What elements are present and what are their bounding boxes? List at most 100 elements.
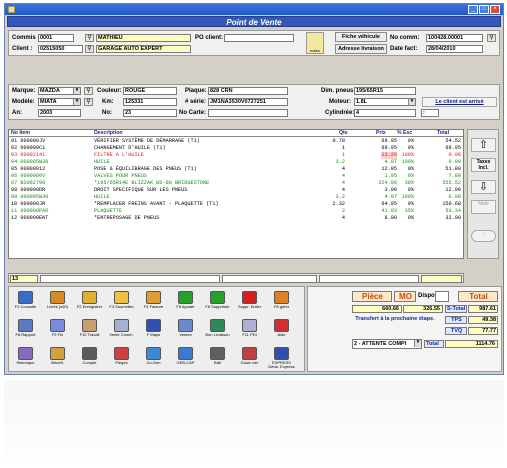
- maximize-icon[interactable]: □: [479, 5, 489, 14]
- tool-button[interactable]: F2 Enregistrer: [76, 289, 103, 316]
- tool-button[interactable]: Bénéfi.: [44, 345, 71, 372]
- tool-button[interactable]: F Maps: [140, 317, 167, 344]
- table-row[interactable]: 05 00000012 POSE & ÉQUILIBRAGE DES PNEUS …: [9, 166, 463, 173]
- col-description[interactable]: Description: [94, 130, 123, 137]
- tool-button[interactable]: Suppr. Entier: [236, 289, 263, 316]
- cell-esc: 0%: [407, 201, 414, 207]
- table-row[interactable]: 02 000000C1 CHANGEMENT D'HUILE (T1) 1 69.95…: [9, 145, 463, 152]
- tool-button[interactable]: F10 Travail: [76, 317, 103, 344]
- moteur-select[interactable]: 1.8L ▾: [354, 98, 416, 106]
- tool-button[interactable]: Co-Gen: [140, 345, 167, 372]
- piece-value: 660.66: [352, 305, 402, 313]
- tool-button[interactable]: Livrés (x00): [44, 289, 71, 316]
- cylindree-field[interactable]: 4: [354, 109, 416, 117]
- tool-button[interactable]: Aide: [268, 317, 295, 344]
- table-row[interactable]: 08 000000DR DROIT SPECIFIQUE SUR LES PNEU…: [9, 187, 463, 194]
- date-fact-field[interactable]: 28/04/2010: [426, 45, 483, 53]
- table-row[interactable]: 10 000000JR *REMPLACER FREINS AVANT - PLA…: [9, 201, 463, 208]
- no-field[interactable]: 23: [123, 109, 177, 117]
- adresse-livraison-button[interactable]: Adresse livraison: [335, 44, 387, 54]
- tool-label: F8 Rapport: [15, 332, 36, 337]
- client-field[interactable]: 02515050: [38, 45, 83, 53]
- minimize-icon[interactable]: _: [468, 5, 478, 14]
- table-row[interactable]: 01 000000JV VÉRIFIER SYSTÈME DE DÉMARRAGE…: [9, 138, 463, 145]
- serie-field[interactable]: JM1NA3530V0727251: [208, 98, 288, 106]
- col-prix[interactable]: Prix: [376, 130, 386, 137]
- km-field[interactable]: 125331: [123, 98, 177, 106]
- search-modele-icon[interactable]: ⚲: [84, 98, 93, 106]
- arrow-down-icon[interactable]: ⇩: [471, 180, 496, 194]
- chevron-down-icon[interactable]: ▾: [408, 99, 415, 105]
- chevron-down-icon[interactable]: ▾: [414, 340, 421, 347]
- search-comm-icon[interactable]: ⚲: [487, 34, 496, 42]
- tool-button[interactable]: Pièges: [108, 345, 135, 372]
- item-number-field[interactable]: 13: [10, 275, 38, 283]
- tool-button[interactable]: Vente Comm.: [108, 317, 135, 344]
- nocarte-field[interactable]: [208, 109, 288, 117]
- table-row[interactable]: 03 00002141 FILTRE A L'HUILE 1 13.29 100% 0.0…: [9, 152, 463, 159]
- cell-total: 7.80: [448, 173, 461, 179]
- tool-button[interactable]: Ventes: [172, 317, 199, 344]
- tool-button[interactable]: F8 gérer: [268, 289, 295, 316]
- tool-button[interactable]: F6 Supprimer: [204, 289, 231, 316]
- fiche-vehicule-button[interactable]: Fiche véhicule: [335, 32, 387, 42]
- col-no[interactable]: No Item: [11, 130, 30, 137]
- table-row[interactable]: 09 000005W30 HUILE 3.2 4.07 100% 0.00: [9, 194, 463, 201]
- chevron-down-icon[interactable]: ▾: [73, 99, 80, 105]
- tool-label: F2 Enregistrer: [76, 304, 103, 309]
- modele-select[interactable]: MIATA ▾: [38, 98, 81, 106]
- item-code-field[interactable]: [40, 275, 220, 283]
- tps-value: 49.38: [468, 316, 498, 324]
- etape-select[interactable]: 2 - ATTENTE COMPI ▾: [352, 339, 422, 349]
- search-client-icon[interactable]: ⚲: [85, 45, 94, 53]
- commis-field[interactable]: 0001: [38, 34, 74, 42]
- tool-button[interactable]: F9 Fin: [44, 317, 71, 344]
- tool-button[interactable]: F11 PDI: [236, 317, 263, 344]
- tool-button[interactable]: F1 Consulte: [12, 289, 39, 316]
- items-grid[interactable]: No Item Description Qte Prix % Esc Total…: [8, 129, 464, 259]
- arrow-up-icon[interactable]: ⇧: [471, 138, 496, 152]
- cell-desc: VÉRIFIER SYSTÈME DE DÉMARRAGE (T1): [94, 138, 200, 144]
- po-field[interactable]: [224, 34, 294, 42]
- item-desc-field[interactable]: [222, 275, 317, 283]
- tool-button[interactable]: Bâti: [204, 345, 231, 372]
- taxes-incl-button[interactable]: Taxes Incl.: [471, 158, 496, 172]
- dim-pneus-field[interactable]: 195/65R15: [354, 87, 416, 95]
- item-total-field[interactable]: [421, 275, 462, 283]
- tool-button[interactable]: Compte: [76, 345, 103, 372]
- tool-button[interactable]: F8 Rapport: [12, 317, 39, 344]
- chevron-down-icon[interactable]: ▾: [73, 88, 80, 94]
- close-icon[interactable]: ×: [490, 5, 500, 14]
- col-esc[interactable]: % Esc: [397, 130, 412, 137]
- table-row[interactable]: 07 BS062790 *195/65R14E BLIZZAK WS-80 BRI…: [9, 180, 463, 187]
- tool-button[interactable]: F5 Ajouter: [172, 289, 199, 316]
- tool-button[interactable]: Historique: [12, 345, 39, 372]
- cylindree-label: Cylindrée:: [325, 110, 355, 116]
- tool-button[interactable]: F4 Facture: [140, 289, 167, 316]
- transfert-label[interactable]: Transfert à la prochaine étape.: [355, 316, 435, 323]
- col-total[interactable]: Total: [437, 130, 449, 137]
- couleur-field[interactable]: ROUGE: [123, 87, 177, 95]
- table-row[interactable]: 11 000000PAD PLAQUETTE 2 41.03 35% 53.34: [9, 208, 463, 215]
- table-row[interactable]: 04 000005W30 HUILE 3.2 4.07 100% 0.00: [9, 159, 463, 166]
- table-row[interactable]: 12 000000ENT *ENTREPOSAGE DE PNEUS 4 8.00 0%…: [9, 215, 463, 222]
- notes-button[interactable]: notes: [306, 32, 324, 54]
- cylindree-extra-field[interactable]: :: [421, 109, 439, 117]
- tool-button[interactable]: F3 Soumettre: [108, 289, 135, 316]
- note-button[interactable]: Note: [471, 200, 496, 214]
- search-marque-icon[interactable]: ⚲: [84, 87, 93, 95]
- cell-total: 150.68: [442, 201, 461, 207]
- item-qty-field[interactable]: [319, 275, 419, 283]
- col-qte[interactable]: Qte: [339, 130, 348, 137]
- diamond-icon[interactable]: ◇: [471, 230, 496, 242]
- tool-button[interactable]: Good mer: [236, 345, 263, 372]
- tool-button[interactable]: Bon Livraison: [204, 317, 231, 344]
- plaque-field[interactable]: 828 CRN: [208, 87, 288, 95]
- table-row[interactable]: 06 0000000V VALVES POUR PNEUS 4 1.95 0% 7.80: [9, 173, 463, 180]
- client-arrive-button[interactable]: Le client est arrivé: [422, 97, 497, 107]
- tool-button[interactable]: EXPRESS Dédo. Express: [268, 345, 295, 372]
- tool-button[interactable]: GEB-CAP: [172, 345, 199, 372]
- search-commis-icon[interactable]: ⚲: [85, 34, 94, 42]
- an-field[interactable]: 2003: [38, 109, 81, 117]
- marque-select[interactable]: MAZDA ▾: [38, 87, 81, 95]
